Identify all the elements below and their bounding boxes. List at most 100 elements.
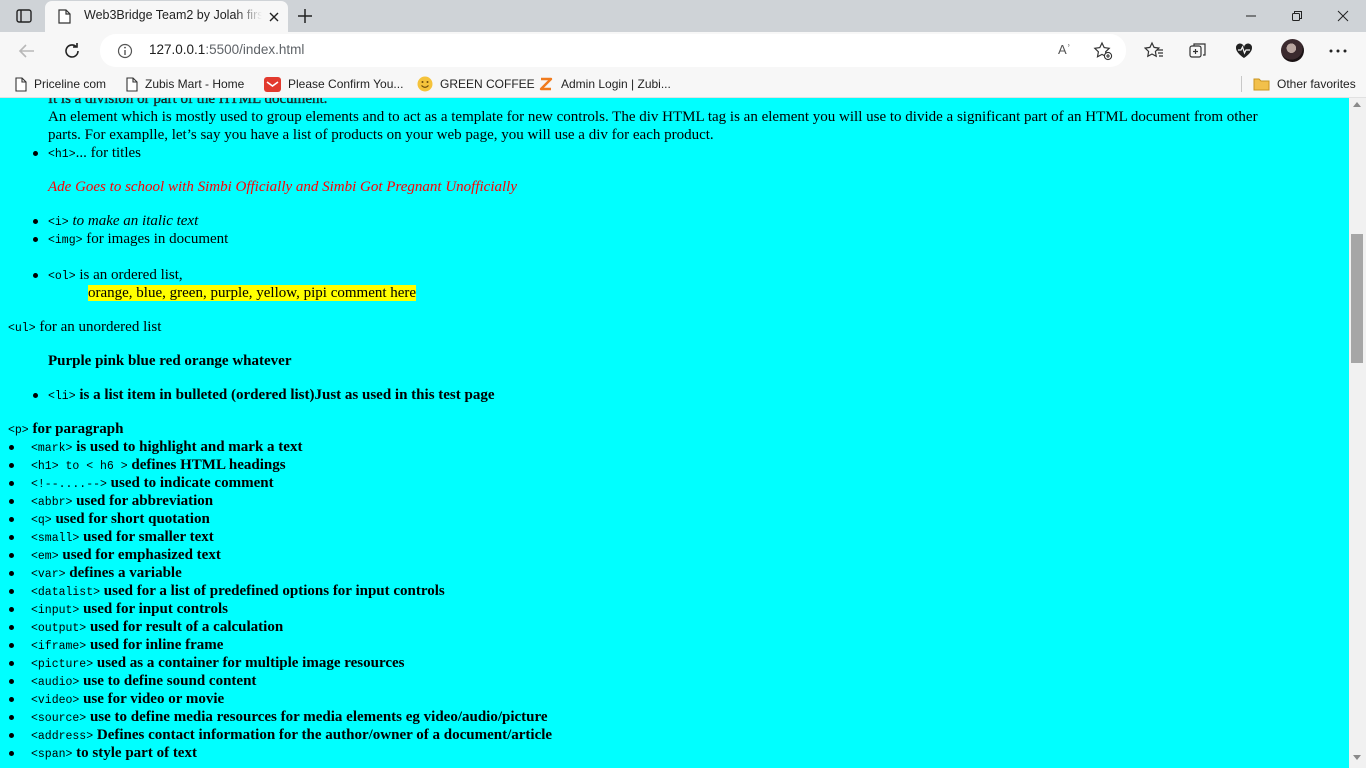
tag-description: used for emphasized text [58,547,221,563]
tag-description: use to define sound content [79,673,257,689]
tag-list-item: <abbr> used for abbreviation [31,492,213,512]
bullet-icon [9,679,14,684]
bullet-icon [9,463,14,468]
bookmark-admin-login[interactable]: Admin Login | Zubi... [538,75,671,93]
bookmark-label: Please Confirm You... [288,77,404,91]
site-info-icon[interactable] [117,43,133,63]
active-tab[interactable]: Web3Bridge Team2 by Jolah first [45,1,288,32]
bullet-icon [33,393,38,398]
i-tag: <i> [48,216,69,229]
bullet-icon [9,715,14,720]
page-icon [15,76,27,92]
tag-code: <video> [31,694,80,707]
bookmark-confirm[interactable]: Please Confirm You... [264,75,403,93]
page-icon [126,76,138,92]
tab-actions-icon[interactable] [10,6,38,26]
address-bar[interactable]: 127.0.0.1:5500/index.html Aʾ [100,34,1126,67]
tag-code: <iframe> [31,640,87,653]
tag-code: <address> [31,730,94,743]
add-favorite-icon[interactable] [1093,41,1113,65]
tag-description: used for abbreviation [72,493,214,509]
close-tab-icon[interactable] [267,9,281,23]
list-item-i: <i> to make an italic text [48,212,198,232]
back-arrow-icon[interactable] [17,41,37,61]
p-text: for paragraph [28,421,124,437]
tag-description: used for a list of predefined options fo… [100,583,445,599]
tag-description: is used to highlight and mark a text [72,439,303,455]
marked-text: orange, blue, green, purple, yellow, pip… [88,285,417,301]
tag-description: defines HTML headings [127,457,286,473]
new-tab-icon[interactable] [296,7,314,25]
folder-icon [1253,78,1270,91]
minimize-icon[interactable] [1228,0,1274,32]
img-text: for images in document [82,231,229,247]
url-text[interactable]: 127.0.0.1:5500/index.html [149,42,304,57]
favorites-icon[interactable] [1144,41,1164,61]
img-tag: <img> [48,234,83,247]
close-window-icon[interactable] [1320,0,1366,32]
scrollbar-thumb[interactable] [1351,234,1363,363]
tag-list-item: <picture> used as a container for multip… [31,654,405,674]
ul-tag: <ul> [8,322,36,335]
bullet-icon [9,499,14,504]
p-line: <p> for paragraph [8,420,123,440]
bookmark-label: Zubis Mart - Home [145,77,245,91]
collections-icon[interactable] [1188,41,1208,61]
tag-description: used as a container for multiple image r… [93,655,405,671]
tag-list-item: <q> used for short quotation [31,510,210,530]
h1-tag: <h1> [48,148,76,161]
tag-description: use to define media resources for media … [86,709,548,725]
tag-description: to style part of text [72,745,197,761]
bullet-icon [9,535,14,540]
tag-list-item: <datalist> used for a list of predefined… [31,582,445,602]
li-tag: <li> [48,390,76,403]
bookmark-label: GREEN COFFEE [440,77,535,91]
bookmark-priceline[interactable]: Priceline com [15,75,106,93]
bookmark-zubis-mart[interactable]: Zubis Mart - Home [126,75,244,93]
bullet-icon [9,481,14,486]
profile-avatar[interactable] [1281,39,1304,62]
list-item-ol: <ol> is an ordered list, [48,266,183,286]
tag-list-item: <span> to style part of text [31,744,197,764]
tag-code: <audio> [31,676,80,689]
bullet-icon [9,571,14,576]
li-text: is a list item in bulleted (ordered list… [75,387,495,403]
other-favorites[interactable]: Other favorites [1253,75,1356,93]
bookmark-green-coffee[interactable]: GREEN COFFEE [417,75,535,93]
tag-list-item: <input> used for input controls [31,600,228,620]
bullet-icon [9,751,14,756]
browser-essentials-icon[interactable] [1234,41,1254,61]
tag-list-item: <small> used for smaller text [31,528,214,548]
more-options-icon[interactable] [1328,41,1348,61]
tag-list-item: <mark> is used to highlight and mark a t… [31,438,302,458]
tag-description: Defines contact information for the auth… [93,727,553,743]
tag-description: used for result of a calculation [86,619,284,635]
tag-list-item: <address> Defines contact information fo… [31,726,552,746]
bullet-icon [9,733,14,738]
logo-icon [539,77,553,91]
bullet-icon [9,697,14,702]
tag-list-item: <iframe> used for inline frame [31,636,223,656]
scroll-down-arrow-icon[interactable] [1353,755,1361,760]
scroll-up-arrow-icon[interactable] [1353,102,1361,107]
tag-code: <mark> [31,442,73,455]
bookmarks-bar: Priceline com Zubis Mart - Home Please C… [0,70,1366,98]
tag-code: <abbr> [31,496,73,509]
restore-icon[interactable] [1274,0,1320,32]
other-favorites-label: Other favorites [1277,77,1356,91]
read-aloud-icon[interactable]: Aʾ [1058,42,1071,57]
tag-code: <output> [31,622,87,635]
tag-code: <input> [31,604,80,617]
url-host: 127.0.0.1 [149,42,206,57]
bold-colors-text: Purple pink blue red orange whatever [48,353,292,369]
tag-list-item: <h1> to < h6 > defines HTML headings [31,456,286,476]
tag-list-item: <audio> use to define sound content [31,672,256,692]
title-bar: Web3Bridge Team2 by Jolah first [0,0,1366,32]
tag-list-item: <output> used for result of a calculatio… [31,618,283,638]
refresh-icon[interactable] [62,41,82,61]
partial-text-line: It is a division or part of the HTML doc… [48,98,328,107]
tag-code: <!--....--> [31,478,107,491]
tag-code: <h1> to < h6 > [31,460,128,473]
div-description-line-2: parts. For examplle, let’s say you have … [48,127,714,143]
vertical-scrollbar[interactable] [1349,98,1366,768]
